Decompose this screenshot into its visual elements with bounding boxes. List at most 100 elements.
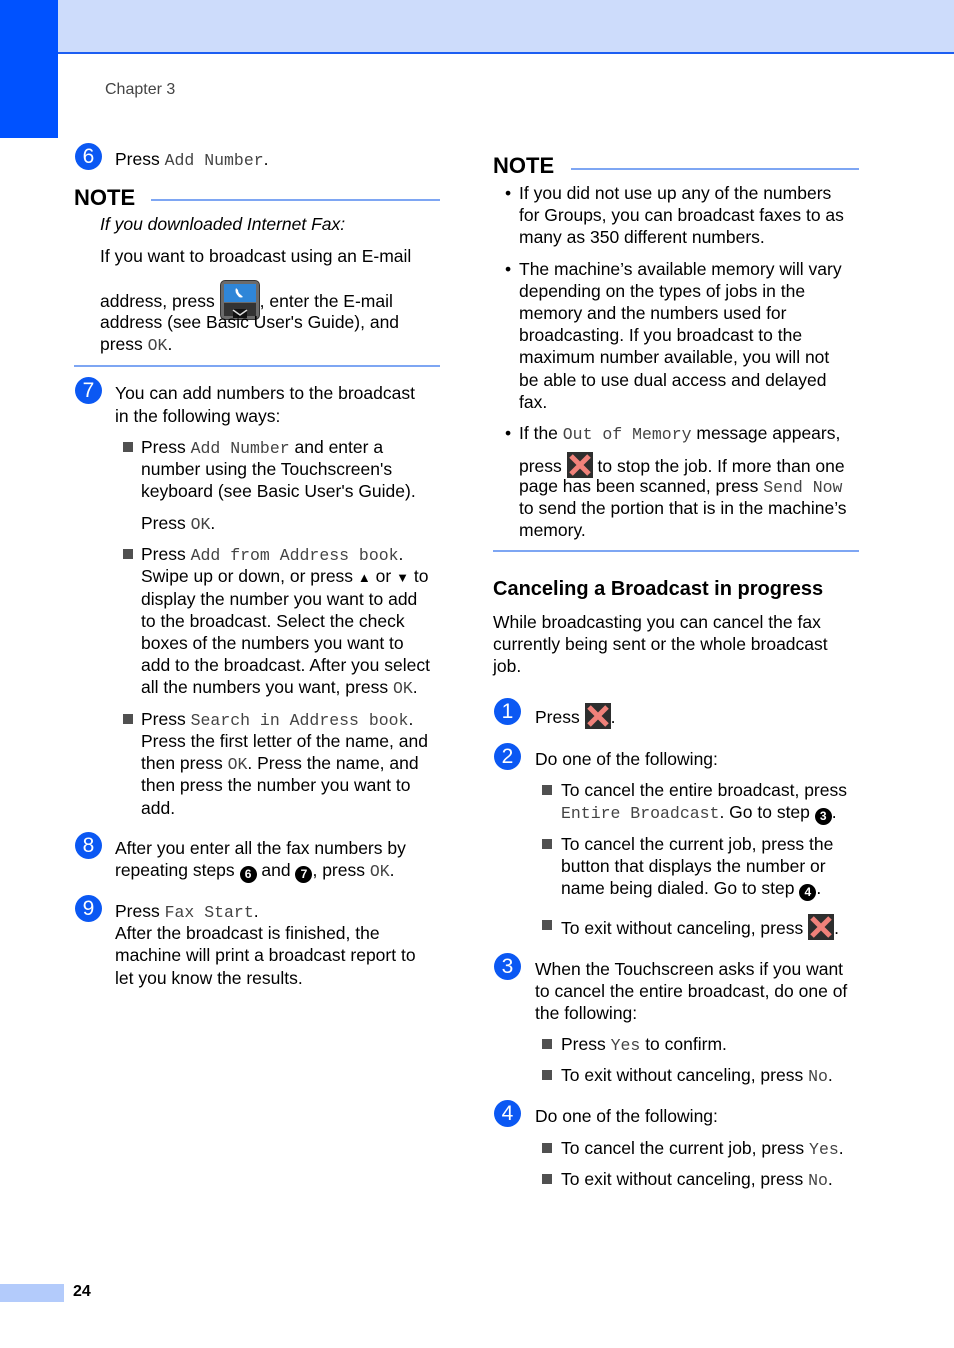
note-line: If you did not use up any of the numbers — [519, 183, 832, 203]
bullet-text: keyboard (see Basic User's Guide). — [141, 481, 416, 501]
bullet-dot-icon: • — [505, 423, 512, 443]
step-number-8: 8 — [75, 832, 102, 859]
step-ref-4: 4 — [799, 884, 817, 901]
ui-label-ok: OK — [369, 862, 390, 881]
ui-label-add-number: Add Number — [190, 439, 290, 458]
text: to — [408, 566, 429, 586]
text: to stop the job. If more than one — [592, 456, 845, 476]
ui-label-ok: OK — [147, 336, 168, 355]
bullet-icon — [542, 1039, 552, 1049]
bullet-text: Swipe up or down, or press ▲ or ▼ to — [141, 565, 428, 589]
bullet-text: then press the number you want to — [141, 775, 411, 795]
text: repeating steps — [115, 860, 240, 880]
text: Swipe up or down, or press — [141, 566, 358, 586]
text: page has been scanned, press — [519, 476, 764, 496]
bullet-text: To exit without canceling, press No. — [561, 1168, 833, 1192]
bullet-text: Press OK. — [141, 512, 215, 536]
bullet-icon — [542, 920, 552, 930]
text: . — [210, 513, 216, 533]
text: address, press — [100, 291, 220, 311]
header-band — [0, 0, 954, 54]
step-number-1: 1 — [494, 698, 521, 725]
note-line: memory. — [519, 520, 586, 540]
note-line: for Groups, you can broadcast faxes to a… — [519, 205, 844, 225]
bullet-icon — [542, 1143, 552, 1153]
note-line: address (see Basic User's Guide), and — [100, 312, 400, 332]
section-intro: currently being sent or the whole broadc… — [493, 634, 828, 654]
text: to confirm. — [640, 1034, 727, 1054]
ui-label-out-of-memory: Out of Memory — [562, 425, 692, 444]
ui-label-ok: OK — [392, 679, 413, 698]
text: then press — [141, 753, 228, 773]
step-number-4: 4 — [494, 1100, 521, 1127]
bullet-text: Entire Broadcast. Go to step 3. — [561, 801, 837, 825]
step-number-9: 9 — [75, 895, 102, 922]
section-intro: job. — [493, 656, 522, 676]
note-line: The machine’s available memory will vary — [519, 259, 842, 279]
note-line: be able to use dual access and delayed — [519, 370, 827, 390]
text: To exit without canceling, press — [561, 1065, 809, 1085]
bullet-text: add. — [141, 798, 176, 818]
ui-label-no: No — [808, 1067, 828, 1086]
note-line: memory and the numbers used for — [519, 303, 787, 323]
text: . Go to step — [719, 802, 815, 822]
text: Press — [115, 901, 165, 921]
note-line: press OK. — [100, 333, 172, 357]
down-arrow-icon: ▼ — [396, 570, 409, 585]
icon-top — [223, 284, 256, 302]
text: press — [100, 334, 148, 354]
note-title: NOTE — [493, 153, 555, 178]
note-line: fax. — [519, 392, 548, 412]
bullet-icon — [542, 839, 552, 849]
text: , enter the E-mail — [259, 291, 393, 311]
step-2-line: Do one of the following: — [535, 749, 718, 769]
note-line: If the Out of Memory message appears, — [519, 422, 840, 446]
step-number-3: 3 — [494, 953, 521, 980]
text: To cancel the current job, press — [561, 1138, 810, 1158]
ui-label-search-in-address-book: Search in Address book — [190, 711, 409, 730]
text: . Press the name, and — [247, 753, 419, 773]
chapter-tab — [0, 0, 58, 138]
bullet-text: To cancel the current job, press Yes. — [561, 1137, 844, 1161]
ui-label-add-from-address-book: Add from Address book — [190, 546, 399, 565]
step-9-line: let you know the results. — [115, 968, 303, 988]
bullet-text: add to the broadcast. After you select — [141, 655, 430, 675]
text: . — [167, 334, 173, 354]
bullet-icon — [542, 785, 552, 795]
ui-label-add-number: Add Number — [164, 151, 264, 170]
step-8-line: repeating steps 6 and 7, press OK. — [115, 859, 395, 883]
text: Press — [141, 513, 191, 533]
section-heading: Canceling a Broadcast in progress — [493, 578, 824, 600]
bullet-icon — [123, 549, 133, 559]
bullet-text: all the numbers you want, press OK. — [141, 676, 418, 700]
text: or — [370, 566, 397, 586]
note-rule — [571, 168, 859, 170]
up-arrow-icon: ▲ — [357, 570, 371, 585]
ui-label-yes: Yes — [610, 1036, 641, 1055]
step-ref-7: 7 — [295, 866, 313, 883]
text: all the numbers you want, press — [141, 677, 393, 697]
text: . — [389, 860, 395, 880]
bullet-text: Press Yes to confirm. — [561, 1033, 727, 1057]
ui-label-ok: OK — [190, 515, 211, 534]
bullet-text: To exit without canceling, press No. — [561, 1064, 833, 1088]
note-line: If you want to broadcast using an E-mail — [100, 246, 412, 266]
bullet-text: To exit without canceling, press . — [561, 914, 839, 940]
text: . — [816, 878, 822, 898]
bullet-text: Press Add from Address book. — [141, 543, 403, 567]
note-line: many as 350 different numbers. — [519, 227, 765, 247]
note-italic: If you downloaded Internet Fax: — [100, 214, 346, 234]
text: Press — [141, 437, 191, 457]
text: To exit without canceling, press — [561, 1169, 809, 1189]
note-line: depending on the types of jobs in the — [519, 281, 806, 301]
bullet-text: name being dialed. Go to step 4. — [561, 877, 821, 901]
note-title: NOTE — [74, 185, 136, 210]
text: message appears, — [691, 423, 841, 443]
step-9-line: Press Fax Start. — [115, 900, 259, 924]
step-1-line: Press . — [535, 703, 615, 729]
cancel-x-icon — [584, 703, 611, 729]
text: . — [253, 901, 259, 921]
text: Press — [561, 1034, 611, 1054]
text: , press — [312, 860, 370, 880]
chapter-label: Chapter 3 — [105, 81, 176, 98]
